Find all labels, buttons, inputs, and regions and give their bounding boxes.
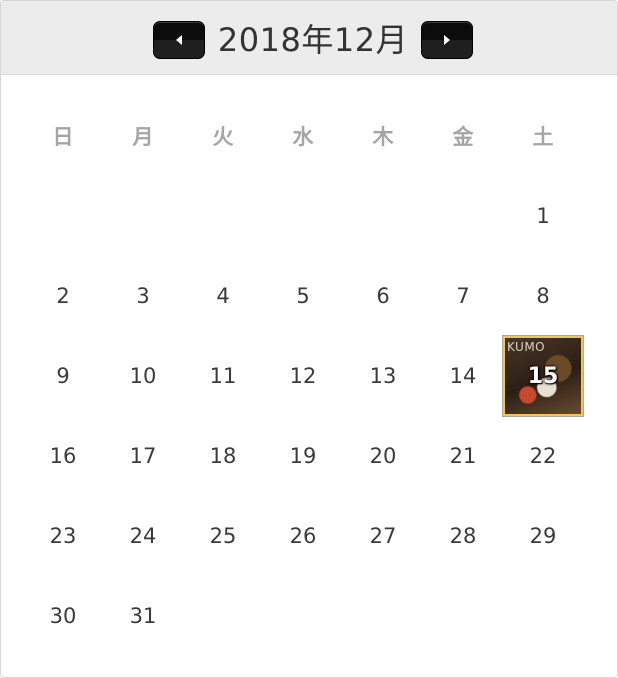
calendar-day[interactable]: 29 (503, 496, 583, 576)
calendar-day[interactable]: 18 (183, 416, 263, 496)
calendar-day[interactable]: 8 (503, 256, 583, 336)
calendar-day[interactable]: 6 (343, 256, 423, 336)
calendar-day[interactable]: 2 (23, 256, 103, 336)
calendar-header: 2018年12月 (1, 1, 617, 75)
calendar-day[interactable]: 3 (103, 256, 183, 336)
month-title: 2018年12月 (217, 21, 409, 59)
calendar-day[interactable]: 23 (23, 496, 103, 576)
thumbnail-watermark: KUMO (507, 340, 546, 354)
calendar-day[interactable]: 4 (183, 256, 263, 336)
weekday-header: 土 (532, 125, 554, 149)
calendar: 2018年12月 日月火水木金土 1 2 3 4 5 6 7 8 9 10 11 12 13 14 KUMO 1… (0, 0, 618, 678)
weekday-header: 水 (292, 125, 314, 149)
triangle-right-icon (422, 22, 472, 58)
event-thumbnail[interactable]: KUMO 15 (502, 335, 584, 417)
calendar-day[interactable]: 7 (423, 256, 503, 336)
calendar-day[interactable]: 14 (423, 336, 503, 416)
next-month-button[interactable] (421, 21, 473, 59)
calendar-day[interactable]: 10 (103, 336, 183, 416)
calendar-day[interactable]: 17 (103, 416, 183, 496)
calendar-day[interactable]: 19 (263, 416, 343, 496)
calendar-day[interactable]: 20 (343, 416, 423, 496)
calendar-day[interactable]: 21 (423, 416, 503, 496)
weekday-header: 火 (212, 125, 234, 149)
calendar-day[interactable]: 1 (503, 176, 583, 256)
calendar-day[interactable]: 30 (23, 576, 103, 656)
calendar-day[interactable]: 31 (103, 576, 183, 656)
calendar-day[interactable]: 12 (263, 336, 343, 416)
calendar-day[interactable]: 11 (183, 336, 263, 416)
triangle-left-icon (154, 22, 204, 58)
calendar-day[interactable]: 27 (343, 496, 423, 576)
calendar-day[interactable]: 16 (23, 416, 103, 496)
calendar-day[interactable]: 26 (263, 496, 343, 576)
calendar-day[interactable]: 9 (23, 336, 103, 416)
weekday-header: 金 (452, 125, 474, 149)
calendar-day[interactable]: 28 (423, 496, 503, 576)
weekday-header: 月 (132, 125, 154, 149)
calendar-day-highlighted[interactable]: KUMO 15 (502, 335, 584, 417)
day-number: 15 (527, 363, 559, 389)
calendar-day[interactable]: 22 (503, 416, 583, 496)
prev-month-button[interactable] (153, 21, 205, 59)
calendar-day[interactable]: 24 (103, 496, 183, 576)
calendar-day[interactable]: 25 (183, 496, 263, 576)
weekday-header: 日 (52, 125, 74, 149)
weekday-header: 木 (372, 125, 394, 149)
calendar-day[interactable]: 5 (263, 256, 343, 336)
calendar-day[interactable]: 13 (343, 336, 423, 416)
